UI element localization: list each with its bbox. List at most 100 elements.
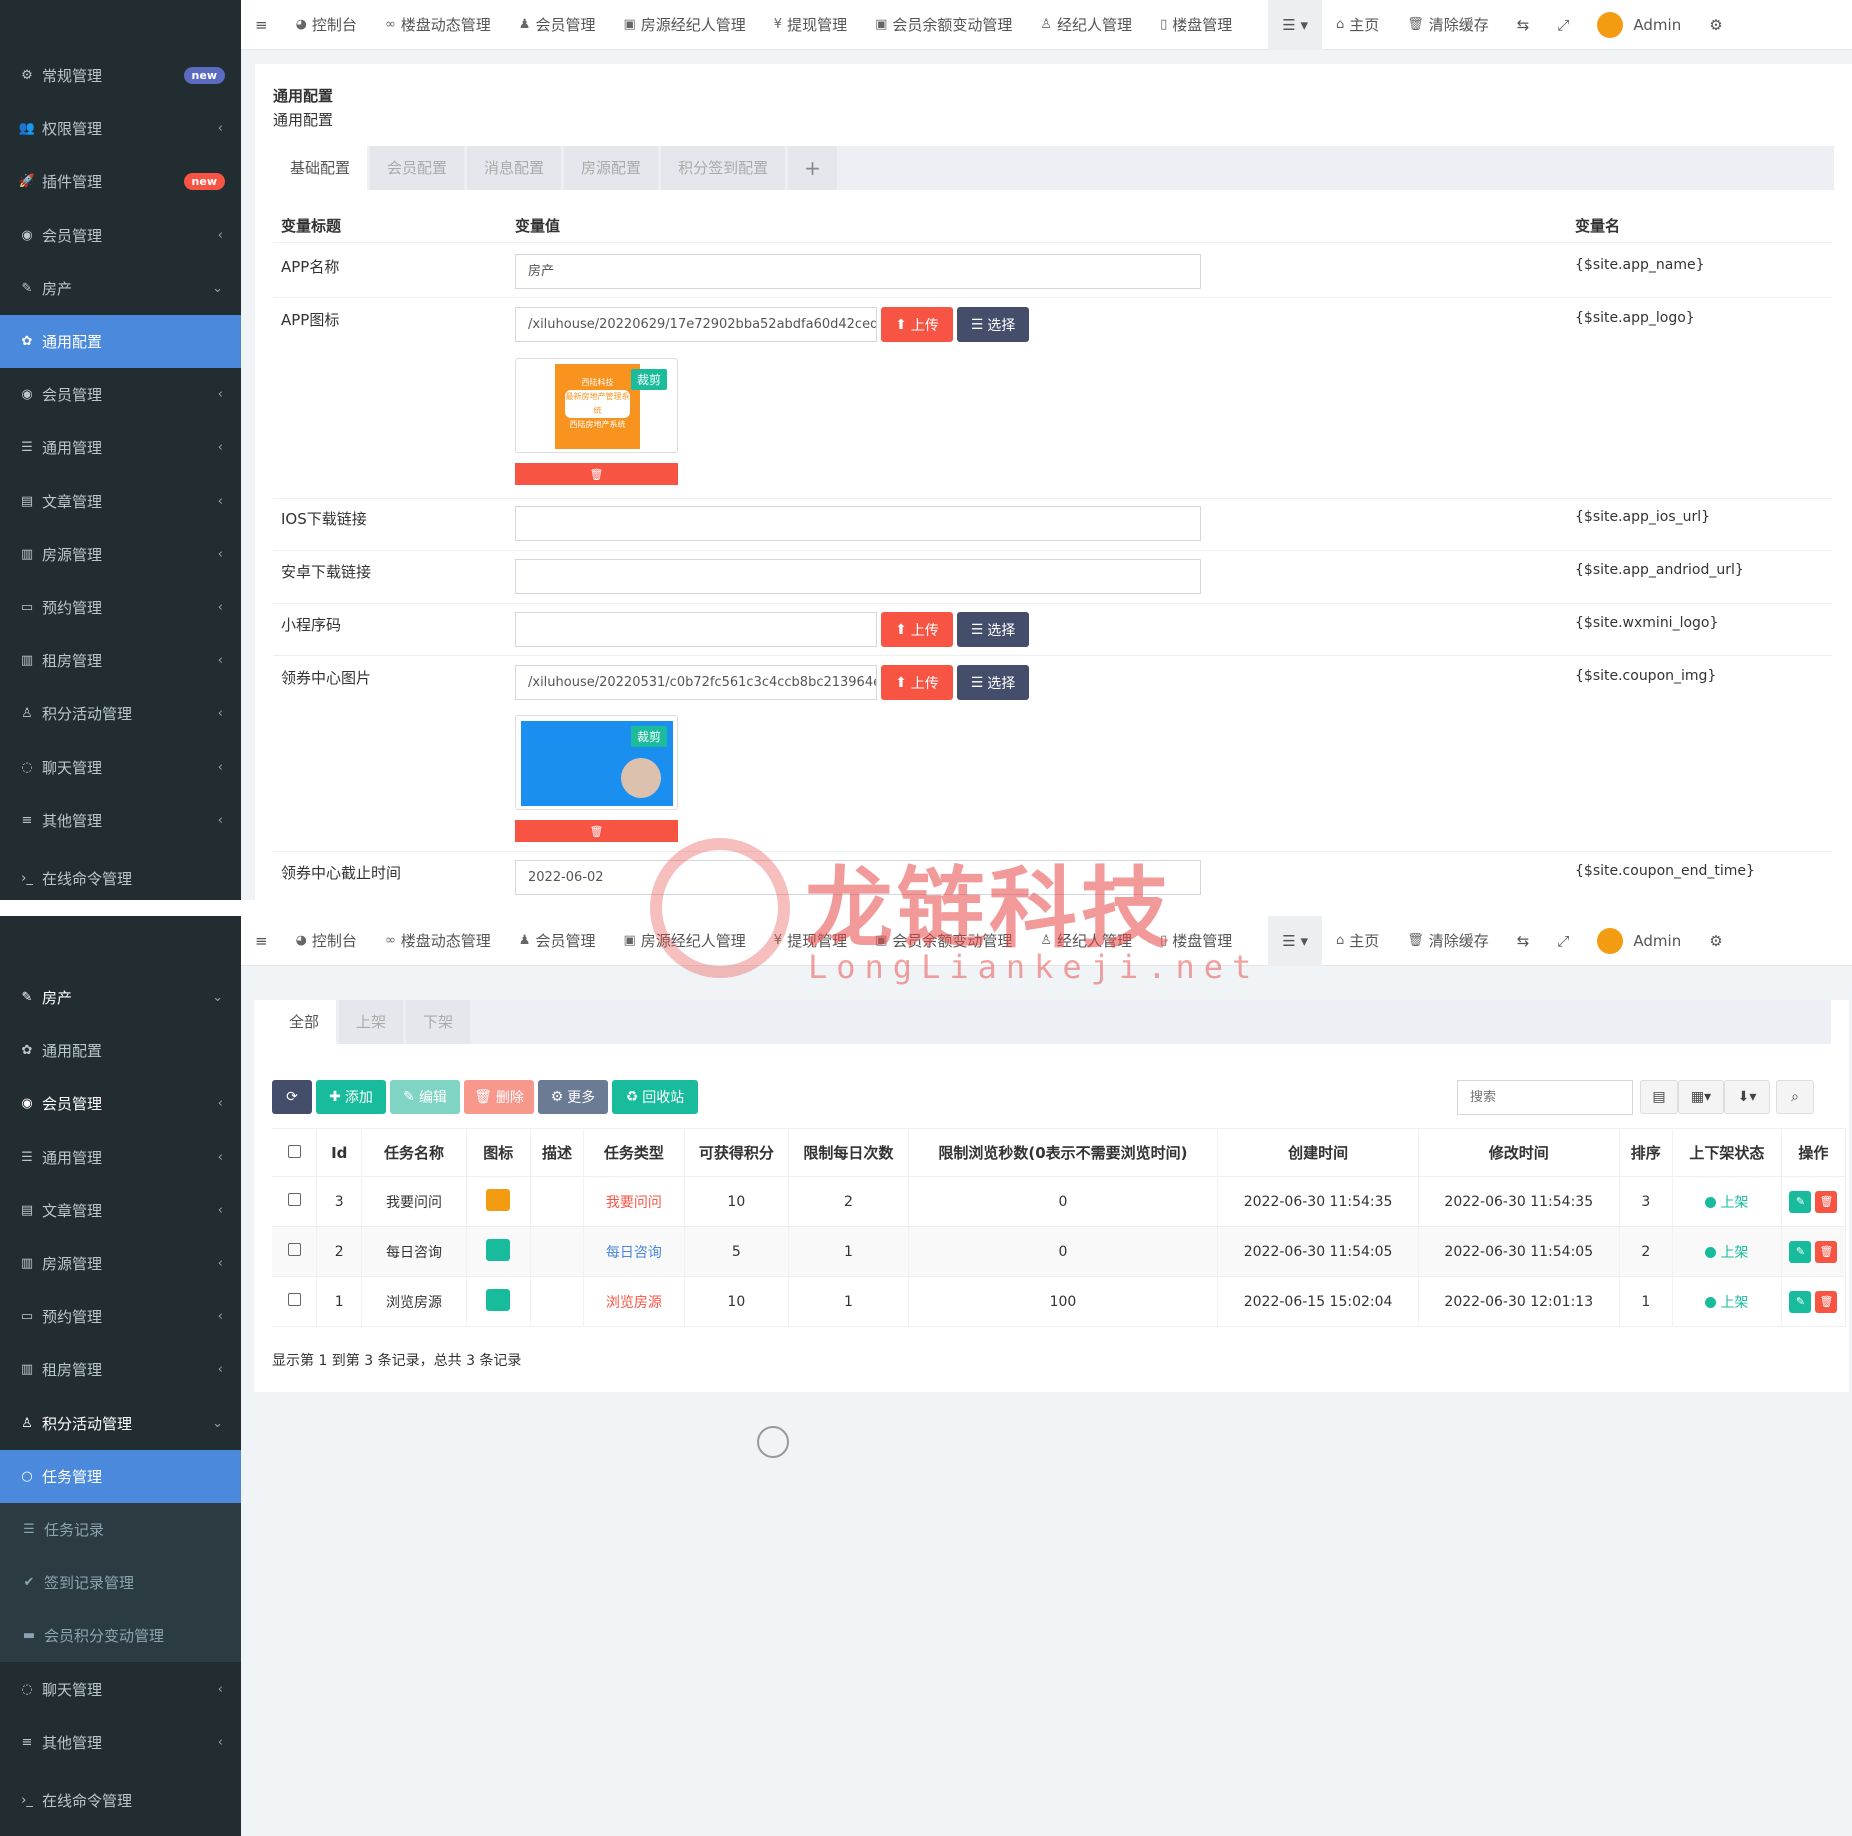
top-nav-0[interactable]: ◕ 控制台 xyxy=(282,0,371,50)
app-logo-input[interactable]: /xiluhouse/20220629/17e72902bba52abdfa60… xyxy=(515,307,877,342)
refresh-button[interactable]: ⟳ xyxy=(272,1080,312,1114)
tab-1[interactable]: 上架 xyxy=(339,1000,404,1044)
top-nav-2[interactable]: ♟ 会员管理 xyxy=(505,0,610,50)
tab-4[interactable]: 积分签到配置 xyxy=(661,146,786,190)
coupon-img-delete-button[interactable]: 🗑 xyxy=(515,820,678,842)
delete-row-button[interactable]: 🗑 xyxy=(1815,1190,1838,1213)
sidebar-item-13[interactable]: ◌ 聊天管理 ‹ xyxy=(0,1663,241,1716)
add-button[interactable]: ✚ 添加 xyxy=(316,1080,386,1114)
sidebar-item-14[interactable]: ≡ 其他管理 ‹ xyxy=(0,794,241,847)
app-name-input[interactable]: 房产 xyxy=(515,254,1201,289)
home-link[interactable]: ⌂ 主页 xyxy=(1322,0,1393,50)
top-nav-6[interactable]: ♙ 经纪人管理 xyxy=(1026,0,1146,50)
sidebar-item-7[interactable]: ☰ 通用管理 ‹ xyxy=(0,421,241,474)
row-checkbox[interactable] xyxy=(272,1226,318,1277)
sidebar-item-2[interactable]: 🚀 插件管理 new xyxy=(0,155,241,208)
tab-3[interactable]: 房源配置 xyxy=(564,146,659,190)
sidebar-item-6[interactable]: ▭ 预约管理 ‹ xyxy=(0,1290,241,1343)
fullscreen-button[interactable]: ⤢ xyxy=(1543,0,1583,50)
delete-row-button[interactable]: 🗑 xyxy=(1815,1240,1838,1263)
sidebar-item-0[interactable]: ✎ 房产 ⌄ xyxy=(0,971,241,1024)
user-menu[interactable]: Admin xyxy=(1583,0,1695,50)
app-logo-delete-button[interactable]: 🗑 xyxy=(515,463,678,485)
delete-button[interactable]: 🗑 删除 xyxy=(464,1080,534,1114)
tab-0[interactable]: 基础配置 xyxy=(273,146,368,190)
crop-button[interactable]: 裁剪 xyxy=(630,726,667,747)
sidebar-item-12[interactable]: ♙ 积分活动管理 ‹ xyxy=(0,687,241,740)
sidebar-item-11[interactable]: ✔ 签到记录管理 xyxy=(0,1556,241,1610)
edit-row-button[interactable]: ✎ xyxy=(1789,1290,1812,1313)
cell-status[interactable]: 上架 xyxy=(1672,1176,1782,1227)
tab-2[interactable]: 下架 xyxy=(406,1000,471,1044)
sidebar-item-2[interactable]: ◉ 会员管理 ‹ xyxy=(0,1077,241,1130)
top-nav-3[interactable]: ▣ 房源经纪人管理 xyxy=(609,916,759,966)
coupon-img-select-button[interactable]: ☰ 选择 xyxy=(957,665,1029,700)
export-button[interactable]: ⬇▾ xyxy=(1724,1080,1770,1114)
sidebar-item-7[interactable]: ▥ 租房管理 ‹ xyxy=(0,1343,241,1396)
sidebar-item-15[interactable]: ›_ 在线命令管理 xyxy=(0,852,241,900)
crop-button[interactable]: 裁剪 xyxy=(630,369,667,390)
settings-button[interactable]: ⚙ xyxy=(1695,0,1736,50)
cell-type[interactable]: 我要问问 xyxy=(583,1176,685,1227)
cell-status[interactable]: 上架 xyxy=(1672,1226,1782,1277)
top-nav-1[interactable]: ∞ 楼盘动态管理 xyxy=(371,916,505,966)
edit-button[interactable]: ✎ 编辑 xyxy=(390,1080,460,1114)
app-logo-upload-button[interactable]: ⬆ 上传 xyxy=(881,307,953,342)
sidebar-item-8[interactable]: ▤ 文章管理 ‹ xyxy=(0,475,241,528)
wxmini-select-button[interactable]: ☰ 选择 xyxy=(957,612,1029,647)
sidebar-item-0[interactable]: ⚙ 常规管理 new xyxy=(0,49,241,102)
fullscreen-button[interactable]: ⤢ xyxy=(1543,916,1583,966)
cell-type[interactable]: 每日咨询 xyxy=(583,1226,685,1277)
settings-button[interactable]: ⚙ xyxy=(1695,916,1736,966)
row-checkbox[interactable] xyxy=(272,1276,318,1327)
translate-button[interactable]: ⇆ xyxy=(1503,0,1544,50)
add-tab-button[interactable]: + xyxy=(788,146,837,190)
delete-row-button[interactable]: 🗑 xyxy=(1815,1290,1838,1313)
sidebar-item-12[interactable]: ▬ 会员积分变动管理 xyxy=(0,1609,241,1663)
sidebar-item-10[interactable]: ☰ 任务记录 xyxy=(0,1503,241,1556)
cell-type[interactable]: 浏览房源 xyxy=(583,1276,685,1327)
sidebar-item-3[interactable]: ☰ 通用管理 ‹ xyxy=(0,1131,241,1184)
recycle-bin-button[interactable]: ♻ 回收站 xyxy=(612,1080,698,1114)
top-nav-4[interactable]: ¥ 提现管理 xyxy=(760,916,861,966)
cell-status[interactable]: 上架 xyxy=(1672,1276,1782,1327)
row-checkbox[interactable] xyxy=(272,1176,318,1227)
sidebar-item-4[interactable]: ✎ 房产 ⌄ xyxy=(0,262,241,315)
edit-row-button[interactable]: ✎ xyxy=(1789,1240,1812,1263)
sidebar-item-9[interactable]: ▥ 房源管理 ‹ xyxy=(0,528,241,581)
columns-button[interactable]: ▦▾ xyxy=(1678,1080,1724,1114)
top-nav-7[interactable]: ▯ 楼盘管理 xyxy=(1146,0,1246,50)
top-nav-3[interactable]: ▣ 房源经纪人管理 xyxy=(609,0,759,50)
top-nav-5[interactable]: ▣ 会员余额变动管理 xyxy=(861,0,1026,50)
sidebar-item-6[interactable]: ◉ 会员管理 ‹ xyxy=(0,368,241,421)
sidebar-item-4[interactable]: ▤ 文章管理 ‹ xyxy=(0,1184,241,1237)
sidebar-item-14[interactable]: ≡ 其他管理 ‹ xyxy=(0,1716,241,1769)
top-nav-0[interactable]: ◕ 控制台 xyxy=(282,916,371,966)
sidebar-item-1[interactable]: 👥 权限管理 ‹ xyxy=(0,102,241,155)
translate-button[interactable]: ⇆ xyxy=(1503,916,1544,966)
clear-cache-button[interactable]: 🗑 清除缓存 xyxy=(1393,0,1503,50)
toggle-view-button[interactable]: ▤ xyxy=(1640,1080,1678,1114)
top-nav-6[interactable]: ♙ 经纪人管理 xyxy=(1026,916,1146,966)
sidebar-item-11[interactable]: ▥ 租房管理 ‹ xyxy=(0,634,241,687)
top-nav-5[interactable]: ▣ 会员余额变动管理 xyxy=(861,916,1026,966)
nav-more-dropdown[interactable]: ☰ ▾ xyxy=(1268,916,1322,966)
tab-0[interactable]: 全部 xyxy=(272,1000,337,1044)
top-nav-4[interactable]: ¥ 提现管理 xyxy=(760,0,861,50)
ios-url-input[interactable] xyxy=(515,506,1201,541)
wxmini-upload-button[interactable]: ⬆ 上传 xyxy=(881,612,953,647)
sidebar-item-3[interactable]: ◉ 会员管理 ‹ xyxy=(0,209,241,262)
home-link[interactable]: ⌂ 主页 xyxy=(1322,916,1393,966)
search-button[interactable]: ⌕ xyxy=(1776,1080,1814,1114)
coupon-img-input[interactable]: /xiluhouse/20220531/c0b72fc561c3c4ccb8bc… xyxy=(515,665,877,700)
sidebar-item-15[interactable]: ›_ 在线命令管理 xyxy=(0,1774,241,1827)
select-all-checkbox[interactable] xyxy=(272,1128,318,1177)
edit-row-button[interactable]: ✎ xyxy=(1789,1190,1812,1213)
top-nav-1[interactable]: ∞ 楼盘动态管理 xyxy=(371,0,505,50)
wxmini-input[interactable] xyxy=(515,612,877,647)
coupon-img-upload-button[interactable]: ⬆ 上传 xyxy=(881,665,953,700)
sidebar-item-13[interactable]: ◌ 聊天管理 ‹ xyxy=(0,741,241,794)
sidebar-item-5[interactable]: ▥ 房源管理 ‹ xyxy=(0,1237,241,1290)
coupon-end-time-input[interactable]: 2022-06-02 xyxy=(515,860,1201,895)
top-nav-2[interactable]: ♟ 会员管理 xyxy=(505,916,610,966)
